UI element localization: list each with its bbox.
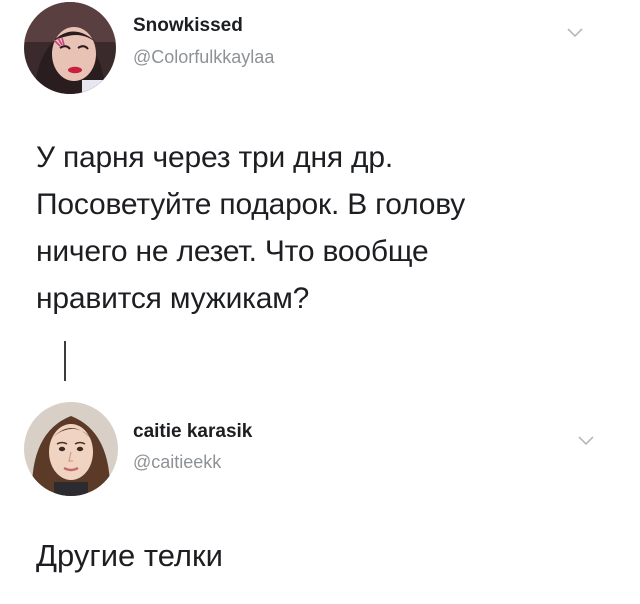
reply-text: Другие телки <box>36 538 223 573</box>
avatar[interactable] <box>24 2 116 94</box>
avatar[interactable] <box>24 402 118 496</box>
user-handle[interactable]: @Colorfulkkaylaa <box>133 47 274 68</box>
tweet-text-line: У парня через три дня др. <box>36 141 393 174</box>
chevron-down-icon[interactable] <box>577 435 595 447</box>
chevron-down-icon[interactable] <box>566 27 584 39</box>
display-name[interactable]: caitie karasik <box>133 421 252 443</box>
avatar-photo-icon <box>24 2 116 94</box>
thread-connector-line <box>64 341 66 381</box>
tweet-text-line: ничего не лезет. Что вообще <box>36 235 429 268</box>
display-name[interactable]: Snowkissed <box>133 15 243 37</box>
avatar-photo-icon <box>24 402 118 496</box>
user-handle[interactable]: @caitieekk <box>133 452 221 473</box>
tweet-text-line: нравится мужикам? <box>36 282 310 315</box>
tweet-text: У парня через три дня др. Посоветуйте по… <box>36 134 626 322</box>
tweet-text-line: Посоветуйте подарок. В голову <box>36 188 466 221</box>
